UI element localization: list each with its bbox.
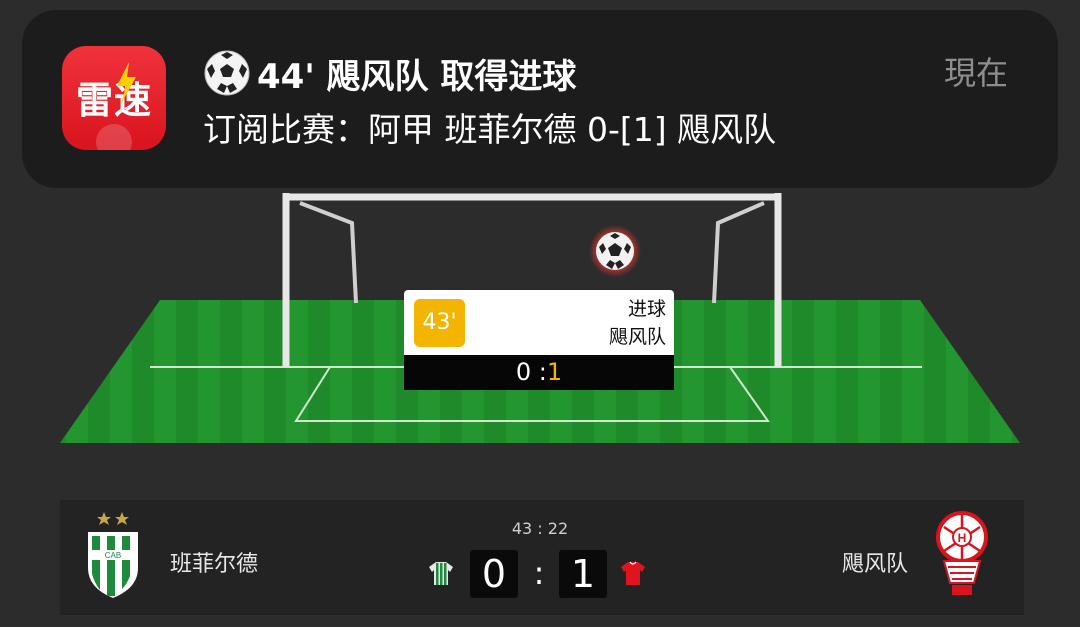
soccer-ball-icon — [204, 50, 250, 96]
notification-body: 订阅比赛：阿甲 班菲尔德 0-[1] 飓风队 — [203, 110, 777, 149]
app-icon-text: 雷速 — [76, 79, 152, 122]
goal-ball-icon — [589, 225, 641, 277]
away-score: 1 — [559, 550, 607, 598]
soccer-ball-watermark-icon — [96, 124, 132, 150]
push-notification[interactable] — [22, 10, 1058, 188]
event-card-header: 43' 进球 飓风队 — [404, 290, 674, 355]
svg-text:H: H — [958, 531, 967, 545]
home-team-crest-icon: CAB — [88, 512, 138, 598]
match-clock: 43 : 22 — [511, 519, 569, 538]
home-score: 0 — [470, 550, 518, 598]
lightning-icon — [117, 62, 136, 104]
app-icon: 雷速 — [62, 46, 166, 150]
event-score-separator: : — [531, 358, 547, 386]
notification-time: 現在 — [943, 54, 1008, 92]
home-crest-text: CAB — [105, 551, 121, 560]
notification-title-text: 44' 飓风队 取得进球 — [257, 56, 577, 97]
home-jersey-icon — [429, 562, 453, 585]
event-score-away: 1 — [546, 358, 563, 386]
event-type-label: 进球 — [627, 298, 666, 320]
live-score-screen: 雷速 44' 飓风队 取得进球 订阅比赛：阿甲 班菲尔德 0-[1] 飓风队 現… — [0, 0, 1080, 627]
event-score-home: 0 — [515, 358, 532, 386]
away-team-name[interactable]: 飓风队 — [842, 546, 908, 578]
away-team-crest-icon: H — [936, 511, 988, 595]
goal-event-card[interactable]: 43' 进球 飓风队 0 :1 — [404, 290, 674, 400]
event-team-label: 飓风队 — [608, 326, 666, 348]
notification-title: 44' 飓风队 取得进球 — [203, 48, 576, 98]
event-minute-badge: 43' — [414, 299, 465, 347]
home-team-name[interactable]: 班菲尔德 — [170, 546, 258, 578]
away-jersey-icon — [621, 561, 645, 585]
event-score: 0 :1 — [404, 355, 674, 390]
score-separator: : — [533, 554, 545, 592]
